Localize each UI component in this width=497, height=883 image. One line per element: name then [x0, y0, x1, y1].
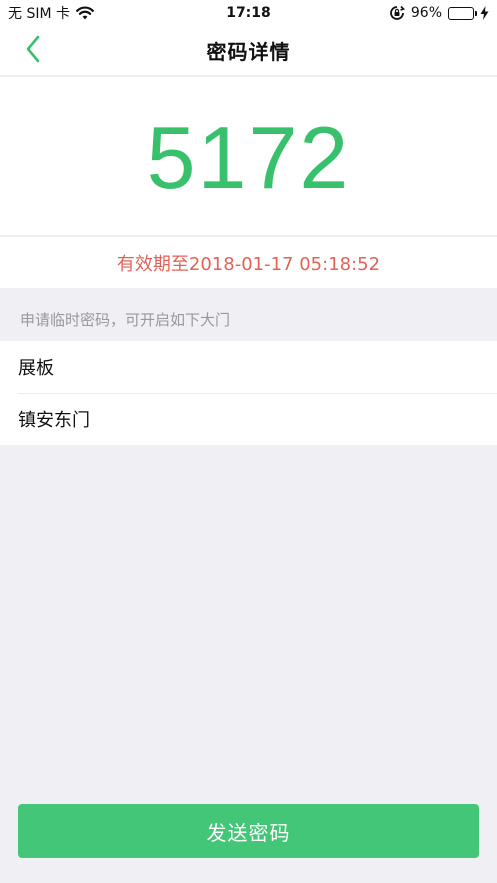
expiry-text: 有效期至2018-01-17 05:18:52: [116, 253, 381, 275]
door-list-item: 镇安东门: [0, 393, 497, 445]
battery-icon: [448, 6, 477, 20]
password-code: 5172: [146, 108, 351, 207]
charging-icon: [480, 6, 489, 20]
door-list-item: 展板: [18, 358, 54, 379]
nav-bar: 密码详情: [0, 26, 497, 76]
page-title: 密码详情: [206, 40, 291, 64]
lock-rotation-icon: [389, 5, 405, 21]
screen: 无 SIM 卡 17:18 96% 密码详情 5172 有效期至2018-01-…: [0, 0, 497, 883]
send-password-button[interactable]: 发送密码: [18, 804, 479, 858]
status-right: 96%: [389, 5, 489, 21]
code-panel: 5172: [0, 77, 497, 235]
expiry-panel: 有效期至2018-01-17 05:18:52: [0, 236, 497, 288]
battery-percent: 96%: [410, 5, 442, 21]
chevron-left-icon: [25, 35, 41, 67]
door-list: 展板 镇安东门: [0, 341, 497, 445]
wifi-icon: [76, 6, 94, 20]
carrier-label: 无 SIM 卡: [8, 6, 70, 22]
status-bar: 无 SIM 卡 17:18 96%: [0, 0, 497, 26]
status-left: 无 SIM 卡: [8, 3, 389, 23]
back-button[interactable]: [18, 35, 48, 67]
door-section-header: 申请临时密码，可开启如下大门: [20, 311, 231, 329]
